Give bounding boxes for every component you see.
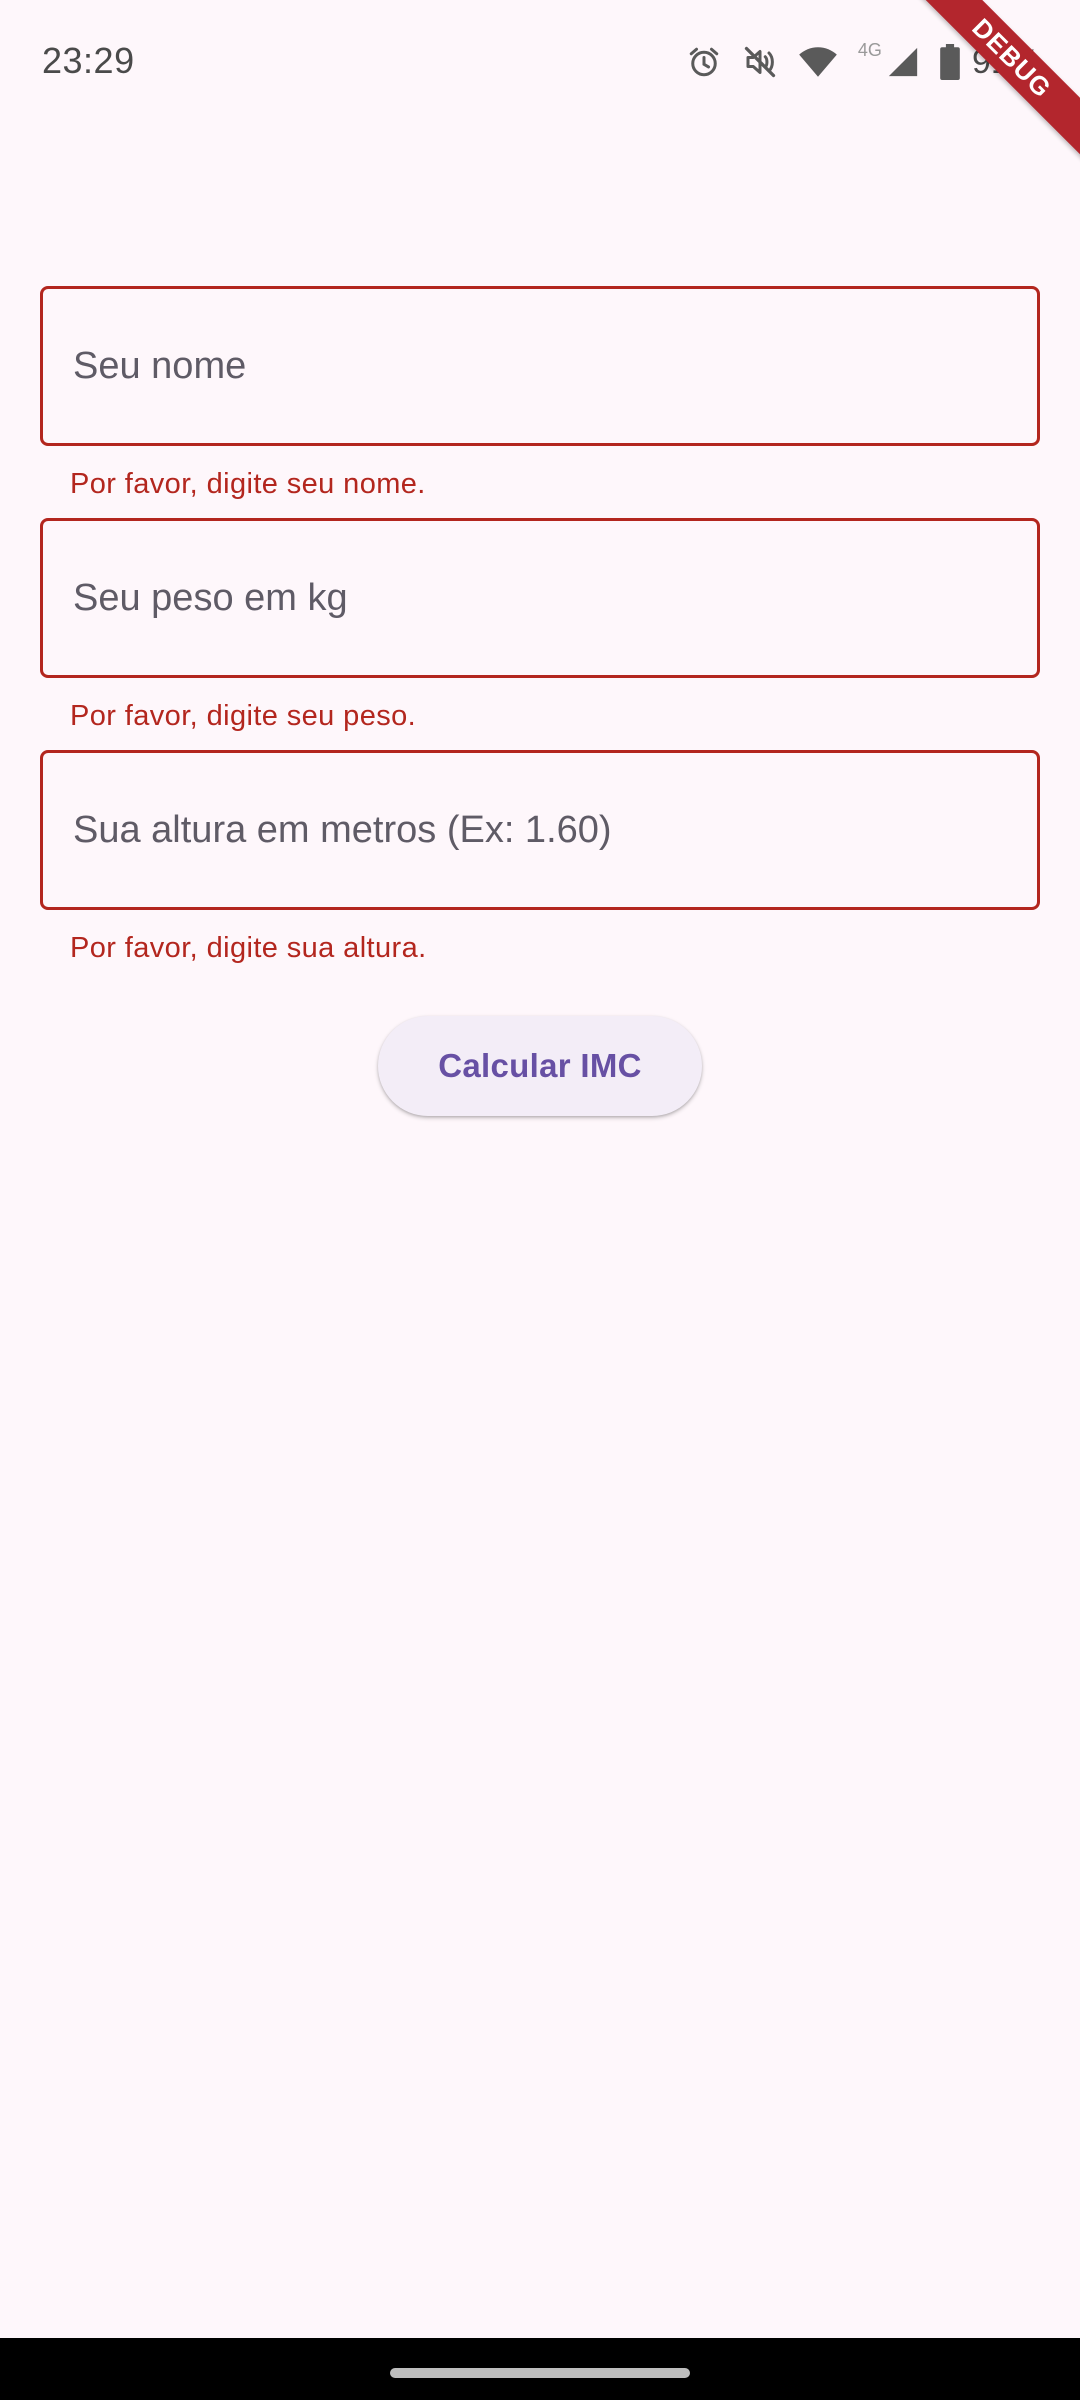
name-input[interactable] [73,289,1003,443]
status-icons: 4G 91% [686,40,1040,84]
height-field[interactable] [40,750,1040,910]
height-field-block: Por favor, digite sua altura. [40,750,1040,982]
network-type-label: 4G [857,39,882,60]
gesture-handle[interactable] [390,2368,690,2378]
signal-icon [886,45,920,79]
name-field-block: Por favor, digite seu nome. [40,286,1040,518]
alarm-icon [686,44,722,80]
height-input[interactable] [73,753,1003,907]
wifi-icon [798,44,838,80]
system-navigation-bar [0,2338,1080,2400]
battery-percent: 91% [971,42,1040,81]
mute-icon [742,44,778,80]
weight-field-block: Por favor, digite seu peso. [40,518,1040,750]
status-time: 23:29 [42,40,135,81]
weight-field[interactable] [40,518,1040,678]
imc-form: Por favor, digite seu nome. Por favor, d… [40,286,1040,982]
status-bar: 23:29 4G 91% [0,0,1080,126]
height-error-text: Por favor, digite sua altura. [70,932,427,964]
battery-icon [940,44,960,80]
name-field[interactable] [40,286,1040,446]
name-error-text: Por favor, digite seu nome. [70,468,426,500]
calculate-imc-button[interactable]: Calcular IMC [378,1016,702,1116]
weight-error-text: Por favor, digite seu peso. [70,700,417,732]
weight-input[interactable] [73,521,1003,675]
